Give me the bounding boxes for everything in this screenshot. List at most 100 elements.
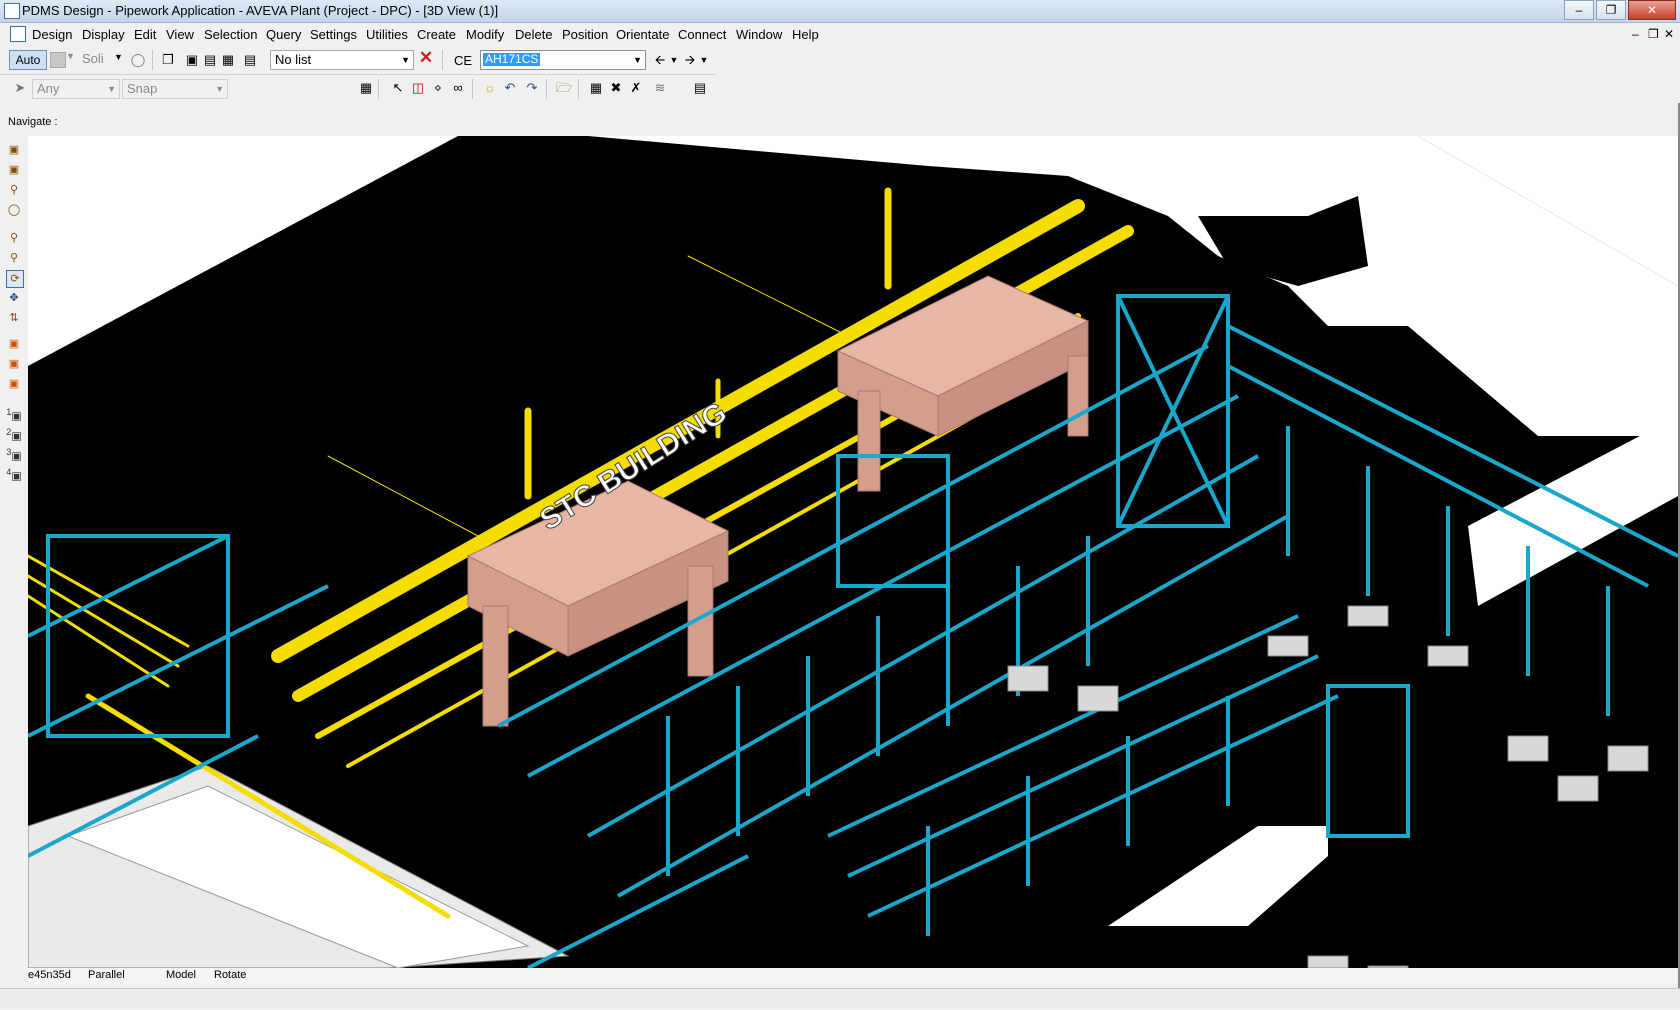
menu-orientate[interactable]: Orientate [616,27,669,42]
snap-select[interactable]: Snap ▼ [122,79,228,99]
clip-plane-icon[interactable]: ▣ [6,356,22,372]
zoom-icon[interactable]: ⚲ [6,230,22,246]
clip-box-icon[interactable]: ▣ [6,336,22,352]
auto-button[interactable]: Auto [9,50,47,70]
3d-scene[interactable]: STC BUILDING [28,136,1678,968]
pick-filter-select[interactable]: Any ▼ [32,79,120,99]
list-dropdown-icon: ▼ [401,55,410,65]
zoom-in-icon[interactable]: ⚲ [6,250,22,266]
view-icon[interactable]: ▦ [220,52,236,68]
minimize-icon[interactable]: – [1564,0,1594,20]
camera-2-icon[interactable]: 2▣ [6,424,22,443]
camera-4-icon[interactable]: 4▣ [6,464,22,483]
zoom-window-icon[interactable]: ⚲ [6,182,22,198]
section-icon[interactable]: ▣ [6,376,22,392]
orbit-icon[interactable]: ◯ [6,202,22,218]
road-right [1468,416,1678,606]
redo-icon[interactable]: ↷ [524,80,540,96]
ce-value: AH171CS [483,52,541,66]
road-top-left [28,136,458,366]
color-swatch[interactable] [50,52,66,68]
color-dropdown-icon[interactable]: ▼ [66,51,75,61]
mdi-close-icon[interactable]: ✕ [1664,27,1674,41]
view-tools-column: ▣ ▣ ⚲ ◯ ⚲ ⚲ ⟳ ✥ ⇅ ▣ ▣ ▣ 1▣ 2▣ 3▣ 4▣ [4,140,26,980]
main-toolbar: Auto ▼ Soli ▼ ◯ ❐ ▣ ▤ ▦ ▤ No list ▼ ✕ CE… [0,46,716,75]
save-icon[interactable]: ▣ [184,52,200,68]
window-icon[interactable]: ▤ [202,52,218,68]
menu-display[interactable]: Display [82,27,125,42]
menu-design[interactable]: Design [32,27,72,42]
pick-filter-dropdown-icon: ▼ [107,84,116,94]
style-dropdown-icon[interactable]: ▼ [114,52,123,62]
menu-create[interactable]: Create [417,27,456,42]
line-style-label[interactable]: Soli [82,51,104,66]
app-menu-icon[interactable] [10,26,26,42]
list-select[interactable]: No list ▼ [270,50,414,70]
app-icon [4,3,20,19]
fit-icon[interactable]: ▦ [588,80,604,96]
ce-dropdown-icon: ▼ [633,55,642,65]
move-icon[interactable]: ✥ [6,290,22,306]
mouse-action: Rotate [214,969,247,981]
menu-view[interactable]: View [166,27,194,42]
clip-icon[interactable]: ✗ [628,80,644,96]
view-direction: e45n35d [28,969,71,981]
folder-icon[interactable]: 🗁 [556,80,572,96]
copy-icon[interactable]: ❐ [160,52,176,68]
ce-input[interactable]: AH171CS ▼ [480,50,646,70]
pan-icon[interactable]: ▣ [6,162,22,178]
cylinder-icon[interactable]: ◫ [410,80,426,96]
menu-settings[interactable]: Settings [310,27,357,42]
road-bottom [1108,826,1328,926]
rotate-icon[interactable]: ⟳ [6,270,24,288]
database-icon[interactable]: ◯ [130,52,146,68]
highlight-icon[interactable]: ☼ [482,80,498,96]
menu-query[interactable]: Query [266,27,301,42]
ce-label: CE [454,53,473,68]
menu-edit[interactable]: Edit [134,27,156,42]
shed-roof [28,765,570,968]
pick-icon: ➤ [14,80,26,95]
menu-selection[interactable]: Selection [204,27,257,42]
select-cursor-icon[interactable]: ↖ [390,80,406,96]
menu-modify[interactable]: Modify [466,27,504,42]
walk-icon[interactable]: ▣ [6,142,22,158]
undo-icon[interactable]: ↶ [502,80,518,96]
menu-help[interactable]: Help [792,27,819,42]
camera-3-icon[interactable]: 3▣ [6,444,22,463]
text-tool-icon[interactable]: ∞ [450,80,466,96]
title-bar: PDMS Design - Pipework Application - AVE… [0,0,1680,23]
secondary-toolbar: ➤ Any ▼ Snap ▼ ▦ ↖ ◫ ⋄ ∞ ☼ ↶ ↷ 🗁 ▦ ✖ ✗ ≋… [0,76,716,103]
camera-2-number: 2 [6,427,12,437]
window-controls: – ❐ ✕ [1562,0,1676,20]
document-icon[interactable]: ▤ [692,80,708,96]
cross-section-icon[interactable]: ✖ [608,80,624,96]
camera-1-icon[interactable]: 1▣ [6,404,22,423]
menu-utilities[interactable]: Utilities [366,27,408,42]
drag-icon[interactable]: ⇅ [6,310,22,326]
projection-mode: Parallel [88,969,125,981]
restore-icon[interactable]: ❐ [1596,0,1626,20]
navigate-label: Navigate : [8,116,58,128]
mdi-minimize-icon[interactable]: – [1632,27,1639,41]
network-icon[interactable]: ≋ [652,80,668,96]
mdi-restore-icon[interactable]: ❐ [1648,27,1659,41]
menu-window[interactable]: Window [736,27,782,42]
grid-icon[interactable]: ▦ [358,80,374,96]
snap-value: Snap [127,81,158,96]
view-mode: Model [166,969,196,981]
axes-icon[interactable]: ⋄ [430,80,446,96]
close-icon[interactable]: ✕ [1628,0,1676,20]
menu-connect[interactable]: Connect [678,27,726,42]
forward-dropdown-icon[interactable]: ▼ [696,52,712,68]
remove-icon[interactable]: ✕ [418,49,434,66]
back-dropdown-icon[interactable]: ▼ [666,52,682,68]
list-icon[interactable]: ▤ [242,52,258,68]
menu-position[interactable]: Position [562,27,608,42]
window-title: PDMS Design - Pipework Application - AVE… [22,3,499,18]
3d-viewport[interactable]: STC BUILDING [28,136,1678,968]
camera-3-number: 3 [6,447,12,457]
pick-filter-value: Any [37,81,60,96]
menu-delete[interactable]: Delete [515,27,553,42]
camera-1-number: 1 [6,407,12,417]
